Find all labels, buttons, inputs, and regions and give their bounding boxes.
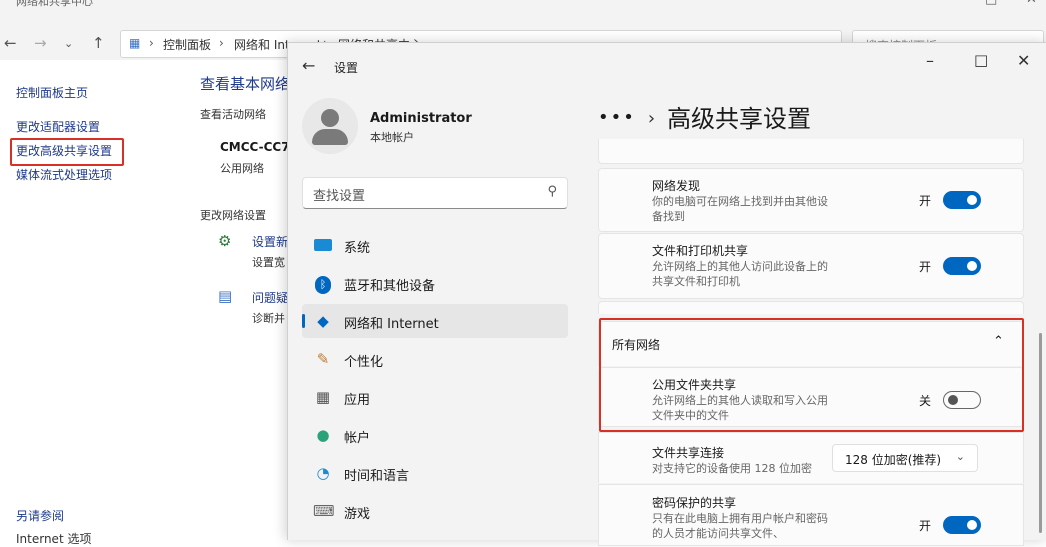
maximize-icon[interactable]: □: [985, 0, 997, 7]
nav-item-accounts[interactable]: ● 帐户: [302, 418, 568, 452]
brush-icon: ✎: [316, 350, 330, 368]
back-arrow-icon[interactable]: ←: [4, 34, 17, 52]
nav-item-time-language[interactable]: ◔ 时间和语言: [302, 456, 568, 490]
bluetooth-icon: ᛒ: [313, 273, 333, 294]
chevron-right-icon: ›: [647, 108, 656, 129]
cp-window-title: 网络和共享中心: [16, 0, 93, 8]
avatar-head: [321, 109, 339, 127]
maximize-icon[interactable]: □: [974, 51, 988, 69]
active-networks-label: 查看活动网络: [200, 108, 266, 121]
chevron-right-icon: ›: [219, 36, 224, 50]
nav-item-network[interactable]: ◆ 网络和 Internet: [302, 304, 568, 338]
nav-label: 应用: [344, 393, 371, 408]
nav-label: 帐户: [344, 431, 371, 446]
toggle-state: 开: [919, 519, 932, 533]
setup-link[interactable]: 设置新: [252, 233, 288, 250]
nav-label: 蓝牙和其他设备: [344, 279, 436, 294]
setting-name: 文件和打印机共享: [652, 244, 749, 258]
settings-search-input[interactable]: 查找设置 ⚲: [302, 177, 568, 209]
avatar-body: [312, 129, 348, 145]
nav-item-system[interactable]: 系统: [302, 228, 568, 262]
troubleshoot-sub: 诊断并: [252, 312, 285, 325]
page-title: ••• › 高级共享设置: [598, 99, 811, 134]
monitor-icon: [313, 235, 333, 255]
gamepad-icon: ⌨: [313, 502, 335, 520]
control-panel-icon: ▦: [129, 36, 141, 50]
printer-sharing-row: 文件和打印机共享 允许网络上的其他人访问此设备上的共享文件和打印机 开: [598, 233, 1024, 299]
avatar[interactable]: [302, 98, 358, 154]
person-icon: ●: [316, 426, 330, 444]
wifi-icon: ◆: [317, 312, 329, 330]
search-placeholder: 查找设置: [313, 189, 366, 204]
nav-label: 时间和语言: [344, 469, 410, 484]
troubleshoot-icon: ▤: [218, 287, 233, 305]
network-discovery-row: 网络发现 你的电脑可在网络上找到并由其他设备找到 开: [598, 168, 1024, 232]
close-icon[interactable]: ✕: [1017, 51, 1030, 70]
chevron-right-icon: ›: [149, 36, 154, 50]
dropdown-value: 128 位加密(推荐): [845, 453, 942, 467]
password-sharing-toggle[interactable]: [943, 516, 981, 534]
setting-desc: 你的电脑可在网络上找到并由其他设备找到: [652, 195, 828, 223]
nav-label: 游戏: [344, 507, 371, 522]
password-sharing-row: 密码保护的共享 只有在此电脑上拥有用户帐户和密码的人员才能访问共享文件、 开: [598, 484, 1024, 546]
minimize-icon[interactable]: –: [926, 51, 934, 70]
toggle-knob: [967, 261, 977, 271]
change-network-label: 更改网络设置: [200, 209, 266, 222]
toggle-state: 开: [919, 260, 932, 274]
setting-name: 密码保护的共享: [652, 496, 737, 510]
nav-label: 系统: [344, 241, 371, 256]
nav-label: 个性化: [344, 355, 384, 370]
toggle-knob: [967, 195, 977, 205]
user-account-type: 本地帐户: [370, 131, 414, 144]
apps-icon: ▦: [315, 388, 331, 406]
setting-name: 网络发现: [652, 179, 701, 193]
clock-globe-icon: ◔: [316, 464, 330, 482]
nav-item-bluetooth[interactable]: ᛒ 蓝牙和其他设备: [302, 266, 568, 300]
adapter-settings-link[interactable]: 更改适配器设置: [16, 118, 100, 135]
settings-title: 设置: [334, 61, 359, 75]
chevron-down-icon[interactable]: ⌄: [64, 37, 73, 50]
breadcrumb-item[interactable]: 控制面板: [163, 36, 211, 53]
setting-name: 文件共享连接: [652, 446, 725, 460]
printer-sharing-toggle[interactable]: [943, 257, 981, 275]
active-indicator: [302, 314, 305, 328]
user-name: Administrator: [370, 111, 472, 126]
cp-home-link[interactable]: 控制面板主页: [16, 84, 88, 101]
nav-item-apps[interactable]: ▦ 应用: [302, 380, 568, 414]
highlight-box: [599, 318, 1024, 432]
cp-title-bar: 网络和共享中心 – □ ✕: [0, 0, 1046, 28]
page-title-text: 高级共享设置: [667, 105, 812, 133]
see-also-label: 另请参阅: [16, 509, 65, 523]
highlight-box: [10, 138, 124, 166]
scrollbar[interactable]: [1039, 333, 1042, 533]
setting-desc: 允许网络上的其他人访问此设备上的共享文件和打印机: [652, 260, 828, 288]
nav-item-gaming[interactable]: ⌨ 游戏: [302, 494, 568, 528]
settings-card: [598, 139, 1024, 164]
search-icon: ⚲: [547, 184, 557, 199]
settings-window: ← 设置 – □ ✕ Administrator 本地帐户 查找设置 ⚲ 系统 …: [287, 42, 1046, 546]
forward-arrow-icon[interactable]: →: [34, 34, 47, 52]
close-icon[interactable]: ✕: [1026, 0, 1037, 7]
more-icon[interactable]: •••: [598, 107, 636, 128]
troubleshoot-link[interactable]: 问题疑: [252, 289, 288, 306]
minimize-icon[interactable]: –: [941, 0, 948, 7]
network-setup-icon: ⚙: [218, 232, 232, 250]
toggle-state: 开: [919, 194, 932, 208]
settings-card: [598, 301, 1024, 314]
back-arrow-icon[interactable]: ←: [302, 56, 315, 75]
chevron-down-icon: ⌄: [955, 450, 965, 463]
network-type: 公用网络: [220, 162, 264, 175]
setup-sub: 设置宽: [252, 256, 285, 269]
up-arrow-icon[interactable]: ↑: [92, 34, 105, 52]
cp-heading: 查看基本网络: [200, 75, 291, 93]
nav-label: 网络和 Internet: [344, 317, 439, 332]
nav-item-personalization[interactable]: ✎ 个性化: [302, 342, 568, 376]
toggle-knob: [967, 520, 977, 530]
encryption-dropdown[interactable]: 128 位加密(推荐) ⌄: [832, 444, 978, 472]
media-streaming-link[interactable]: 媒体流式处理选项: [16, 166, 112, 183]
network-discovery-toggle[interactable]: [943, 191, 981, 209]
setting-desc: 只有在此电脑上拥有用户帐户和密码的人员才能访问共享文件、: [652, 512, 828, 540]
